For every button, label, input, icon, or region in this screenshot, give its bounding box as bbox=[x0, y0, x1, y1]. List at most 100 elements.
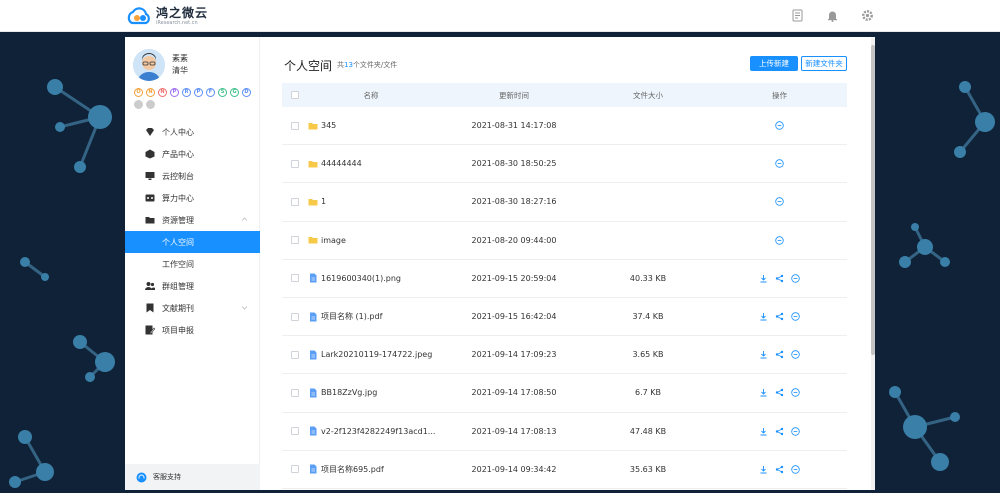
updated-time: 2021-09-14 17:08:13 bbox=[471, 426, 557, 436]
sidebar-item-label: 资源管理 bbox=[162, 215, 194, 225]
file-name[interactable]: 44444444 bbox=[321, 159, 362, 168]
sidebar-item-project-apply[interactable]: 项目申报 bbox=[125, 319, 260, 341]
sidebar-item-label: 产品中心 bbox=[162, 149, 194, 159]
table-row[interactable]: v2-2f123f4282249f13acd1... 2021-09-14 17:… bbox=[282, 413, 847, 451]
file-name[interactable]: v2-2f123f4282249f13acd1... bbox=[321, 427, 435, 436]
folder-icon bbox=[145, 215, 155, 225]
document-icon[interactable] bbox=[791, 9, 804, 22]
more-icon[interactable] bbox=[775, 121, 784, 130]
row-checkbox[interactable] bbox=[291, 121, 299, 130]
gear-icon[interactable] bbox=[861, 9, 874, 22]
column-header-size[interactable]: 文件大小 bbox=[584, 90, 712, 101]
more-icon[interactable] bbox=[791, 426, 800, 436]
table-row[interactable]: BB18ZzVg.jpg 2021-09-14 17:08:50 6.7 KB bbox=[282, 374, 847, 413]
sidebar-item-cloud-console[interactable]: 云控制台 bbox=[125, 165, 260, 187]
sidebar-item-compute-center[interactable]: 算力中心 bbox=[125, 187, 260, 209]
more-icon[interactable] bbox=[791, 350, 800, 359]
share-icon[interactable] bbox=[775, 427, 784, 436]
more-icon[interactable] bbox=[775, 197, 784, 207]
sidebar-item-resource-mgmt[interactable]: 资源管理 bbox=[125, 209, 260, 231]
share-icon[interactable] bbox=[775, 388, 784, 397]
customer-support-button[interactable]: 客服支持 bbox=[125, 464, 260, 490]
logo-subtitle: iResearch.net.cn bbox=[156, 19, 198, 26]
sidebar-item-personal-space[interactable]: 个人空间 bbox=[125, 231, 260, 253]
download-icon[interactable] bbox=[759, 312, 768, 321]
share-icon[interactable] bbox=[775, 350, 784, 359]
row-actions bbox=[712, 350, 847, 359]
table-row[interactable]: 项目名称695.pdf 2021-09-14 09:34:42 35.63 KB bbox=[282, 451, 847, 489]
more-icon[interactable] bbox=[791, 388, 800, 398]
row-actions bbox=[712, 121, 847, 130]
sidebar-item-work-space[interactable]: 工作空间 bbox=[125, 253, 260, 275]
row-actions bbox=[712, 465, 847, 474]
customer-support-label: 客服支持 bbox=[153, 473, 181, 481]
new-folder-button[interactable]: 新建文件夹 bbox=[801, 56, 847, 71]
scrollbar[interactable] bbox=[871, 37, 875, 490]
bookmark-icon bbox=[145, 303, 155, 313]
select-all-checkbox[interactable] bbox=[291, 91, 299, 99]
more-icon[interactable] bbox=[791, 312, 800, 321]
cloud-logo-icon bbox=[125, 5, 153, 27]
file-name[interactable]: image bbox=[321, 236, 346, 245]
share-icon[interactable] bbox=[775, 312, 784, 321]
top-bar: 鸿之微云 iResearch.net.cn bbox=[0, 0, 1000, 32]
column-header-name[interactable]: 名称 bbox=[308, 90, 444, 101]
row-checkbox[interactable] bbox=[291, 465, 299, 474]
table-row[interactable]: 项目名称 (1).pdf 2021-09-15 16:42:04 37.4 KB bbox=[282, 298, 847, 337]
row-checkbox[interactable] bbox=[291, 274, 299, 283]
users-icon bbox=[145, 281, 155, 291]
row-checkbox[interactable] bbox=[291, 159, 299, 168]
file-name[interactable]: 345 bbox=[321, 121, 336, 130]
table-row[interactable]: 1619600340(1).png 2021-09-15 20:59:04 40.3… bbox=[282, 260, 847, 298]
column-header-time[interactable]: 更新时间 bbox=[444, 90, 584, 101]
row-checkbox[interactable] bbox=[291, 350, 299, 359]
bell-icon[interactable] bbox=[826, 9, 839, 22]
scrollbar-thumb[interactable] bbox=[871, 45, 875, 355]
row-checkbox[interactable] bbox=[291, 312, 299, 321]
row-checkbox[interactable] bbox=[291, 388, 299, 397]
file-size: 35.63 KB bbox=[629, 464, 667, 474]
more-icon[interactable] bbox=[775, 159, 784, 168]
row-checkbox[interactable] bbox=[291, 236, 299, 245]
file-name[interactable]: 1 bbox=[321, 197, 326, 206]
table-row[interactable]: 44444444 2021-08-30 18:50:25 bbox=[282, 145, 847, 184]
file-name[interactable]: Lark20210119-174722.jpeg bbox=[321, 350, 432, 359]
download-icon[interactable] bbox=[759, 388, 768, 397]
file-name[interactable]: BB18ZzVg.jpg bbox=[321, 388, 377, 397]
badge-icon: R bbox=[182, 88, 191, 97]
table-row[interactable]: 345 2021-08-31 14:17:08 bbox=[282, 107, 847, 146]
download-icon[interactable] bbox=[759, 274, 768, 283]
download-icon[interactable] bbox=[759, 350, 768, 359]
download-icon[interactable] bbox=[759, 427, 768, 436]
file-name[interactable]: 项目名称695.pdf bbox=[321, 464, 384, 475]
folder-icon bbox=[308, 160, 318, 168]
sidebar-item-literature[interactable]: 文献期刊 bbox=[125, 297, 260, 319]
upload-button[interactable]: 上传新建 bbox=[750, 56, 798, 71]
more-icon[interactable] bbox=[791, 274, 800, 283]
share-icon[interactable] bbox=[775, 274, 784, 283]
badge-icon: F bbox=[206, 88, 215, 97]
table-row[interactable]: 1 2021-08-30 18:27:16 bbox=[282, 183, 847, 222]
sidebar-item-group-mgmt[interactable]: 群组管理 bbox=[125, 275, 260, 297]
table-row[interactable]: image 2021-08-20 09:44:00 bbox=[282, 222, 847, 260]
share-icon[interactable] bbox=[775, 465, 784, 474]
updated-time: 2021-08-30 18:50:25 bbox=[471, 159, 557, 169]
sidebar-item-product-center[interactable]: 产品中心 bbox=[125, 143, 260, 165]
sidebar-menu: 个人中心 产品中心 云控制台 算力中心 资源管理 个人空间 工作空间 群组管理 … bbox=[125, 121, 260, 341]
table-row[interactable]: Lark20210119-174722.jpeg 2021-09-14 17:09… bbox=[282, 336, 847, 375]
avatar[interactable] bbox=[133, 49, 165, 81]
file-name[interactable]: 项目名称 (1).pdf bbox=[321, 311, 382, 322]
sidebar-item-personal-center[interactable]: 个人中心 bbox=[125, 121, 260, 143]
download-icon[interactable] bbox=[759, 465, 768, 474]
more-icon[interactable] bbox=[775, 235, 784, 245]
row-checkbox[interactable] bbox=[291, 427, 299, 436]
file-icon bbox=[310, 388, 317, 398]
file-name[interactable]: 1619600340(1).png bbox=[321, 274, 401, 283]
logo[interactable]: 鸿之微云 iResearch.net.cn bbox=[125, 5, 208, 27]
sidebar-item-label: 个人空间 bbox=[162, 237, 194, 247]
sidebar-item-label: 项目申报 bbox=[162, 325, 194, 335]
sidebar-item-label: 个人中心 bbox=[162, 127, 194, 137]
more-icon[interactable] bbox=[791, 465, 800, 474]
row-checkbox[interactable] bbox=[291, 197, 299, 206]
logo-title: 鸿之微云 bbox=[156, 5, 209, 20]
